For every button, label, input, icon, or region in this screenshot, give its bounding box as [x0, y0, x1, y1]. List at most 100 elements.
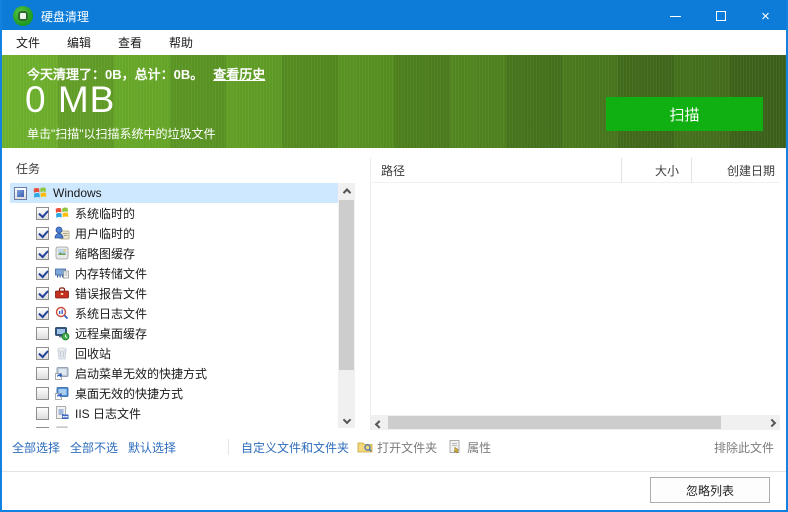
checkbox[interactable] — [36, 327, 49, 340]
remote-desktop-icon — [54, 325, 70, 341]
hscrollbar-thumb[interactable] — [388, 416, 721, 429]
column-path[interactable]: 路径 — [381, 158, 405, 183]
iis-log-icon — [54, 405, 70, 421]
tree-item-label: 内存转储文件 — [75, 265, 147, 282]
user-icon — [54, 225, 70, 241]
exclude-file-link[interactable]: 排除此文件 — [714, 439, 774, 456]
scroll-left-button[interactable] — [371, 415, 387, 430]
tree-item[interactable]: 内存转储文件 — [10, 263, 338, 283]
properties-icon — [447, 439, 463, 455]
windows-flag-icon — [54, 205, 70, 221]
menu-edit[interactable]: 编辑 — [57, 30, 101, 55]
results-horizontal-scrollbar[interactable] — [371, 415, 780, 430]
checkbox[interactable] — [36, 227, 49, 240]
windows-flag-icon — [32, 185, 48, 201]
tree-item-label: Windows — [53, 186, 102, 200]
close-button[interactable]: × — [743, 0, 788, 32]
menu-view[interactable]: 查看 — [108, 30, 152, 55]
thumbnail-icon — [54, 245, 70, 261]
generic-file-icon — [54, 425, 70, 428]
checkbox[interactable] — [36, 307, 49, 320]
tree-item[interactable]: 启动菜单无效的快捷方式 — [10, 363, 338, 383]
checkbox[interactable] — [36, 347, 49, 360]
tree-item-label: 远程桌面缓存 — [75, 325, 147, 342]
summary-banner: 今天清理了：0B，总计：0B。查看历史 0 MB 单击"扫描"以扫描系统中的垃圾… — [2, 55, 786, 148]
scroll-down-button[interactable] — [338, 412, 355, 428]
recycle-bin-icon — [54, 345, 70, 361]
column-created-date[interactable]: 创建日期 — [691, 158, 777, 183]
checkbox[interactable] — [36, 367, 49, 380]
cleaned-size: 0 MB — [25, 79, 115, 121]
chevron-down-icon — [342, 416, 350, 424]
footer-separator — [228, 439, 229, 455]
maximize-button[interactable] — [698, 0, 743, 32]
tree-item[interactable]: 系统临时的 — [10, 203, 338, 223]
checkbox[interactable] — [36, 247, 49, 260]
task-tree: Windows 系统临时的用户临时的缩略图缓存内存转储文件错误报告文件系统日志文件… — [10, 183, 355, 428]
checkbox[interactable] — [36, 207, 49, 220]
chevron-up-icon — [342, 188, 350, 196]
view-history-link[interactable]: 查看历史 — [213, 67, 265, 82]
column-size[interactable]: 大小 — [621, 158, 685, 183]
checkbox[interactable] — [36, 387, 49, 400]
results-list — [371, 183, 780, 415]
custom-files-link[interactable]: 自定义文件和文件夹 — [241, 439, 349, 456]
tree-item[interactable]: Windows — [10, 183, 338, 203]
maximize-icon — [716, 11, 726, 21]
shortcut-blue-icon — [54, 385, 70, 401]
tasks-header: 任务 — [16, 160, 40, 177]
toolbox-icon — [54, 285, 70, 301]
tree-item[interactable]: 用户临时的 — [10, 223, 338, 243]
tree-item[interactable]: 远程桌面缓存 — [10, 323, 338, 343]
tree-item[interactable]: 系统日志文件 — [10, 303, 338, 323]
select-none-link[interactable]: 全部不选 — [70, 439, 118, 456]
checkbox[interactable] — [36, 267, 49, 280]
app-logo-icon — [13, 6, 33, 26]
tree-item-label: 错误报告文件 — [75, 285, 147, 302]
close-icon: × — [761, 9, 770, 24]
app-window: 硬盘清理 × 文件 编辑 查看 帮助 今天清理了：0B，总计：0B。查看历史 0… — [0, 0, 788, 512]
select-all-link[interactable]: 全部选择 — [12, 439, 60, 456]
chevron-left-icon — [375, 420, 383, 428]
checkbox[interactable] — [36, 427, 49, 429]
tree-vertical-scrollbar[interactable] — [338, 183, 355, 428]
select-default-link[interactable]: 默认选择 — [128, 439, 176, 456]
tree-item-label: 桌面无效的快捷方式 — [75, 385, 183, 402]
checkbox[interactable] — [36, 407, 49, 420]
results-panel: 路径 大小 创建日期 — [370, 158, 780, 430]
menu-file[interactable]: 文件 — [6, 30, 50, 55]
results-header: 路径 大小 创建日期 — [371, 158, 780, 183]
tree-item-label: 用户临时的 — [75, 225, 135, 242]
properties-label: 属性 — [467, 439, 491, 456]
menu-help[interactable]: 帮助 — [159, 30, 203, 55]
open-folder-action[interactable]: 打开文件夹 — [357, 439, 437, 456]
titlebar: 硬盘清理 × — [0, 0, 788, 32]
checkbox[interactable] — [36, 287, 49, 300]
menu-bar: 文件 编辑 查看 帮助 — [2, 30, 786, 55]
tree-item-label: IIS 日志文件 — [75, 405, 141, 422]
tree-item[interactable] — [10, 423, 338, 428]
checkbox[interactable] — [14, 187, 27, 200]
scan-button[interactable]: 扫描 — [606, 97, 763, 131]
tree-item-label: 回收站 — [75, 345, 111, 362]
folder-search-icon — [357, 439, 373, 455]
scroll-right-button[interactable] — [764, 415, 780, 430]
scrollbar-thumb[interactable] — [339, 200, 354, 370]
bottom-divider — [2, 471, 786, 472]
properties-action[interactable]: 属性 — [447, 439, 491, 456]
tree-item[interactable]: 桌面无效的快捷方式 — [10, 383, 338, 403]
open-folder-label: 打开文件夹 — [377, 439, 437, 456]
tree-item[interactable]: 回收站 — [10, 343, 338, 363]
minimize-icon — [670, 16, 681, 17]
scan-hint: 单击"扫描"以扫描系统中的垃圾文件 — [27, 125, 216, 142]
tree-item[interactable]: IIS 日志文件 — [10, 403, 338, 423]
tree-item[interactable]: 缩略图缓存 — [10, 243, 338, 263]
scroll-up-button[interactable] — [338, 183, 355, 199]
window-title: 硬盘清理 — [41, 8, 89, 25]
tree-item[interactable]: 错误报告文件 — [10, 283, 338, 303]
tree-item-label: 缩略图缓存 — [75, 245, 135, 262]
minimize-button[interactable] — [653, 0, 698, 32]
ignore-list-button[interactable]: 忽略列表 — [650, 477, 770, 503]
chevron-right-icon — [768, 418, 776, 426]
tree-item-label: 启动菜单无效的快捷方式 — [75, 365, 207, 382]
